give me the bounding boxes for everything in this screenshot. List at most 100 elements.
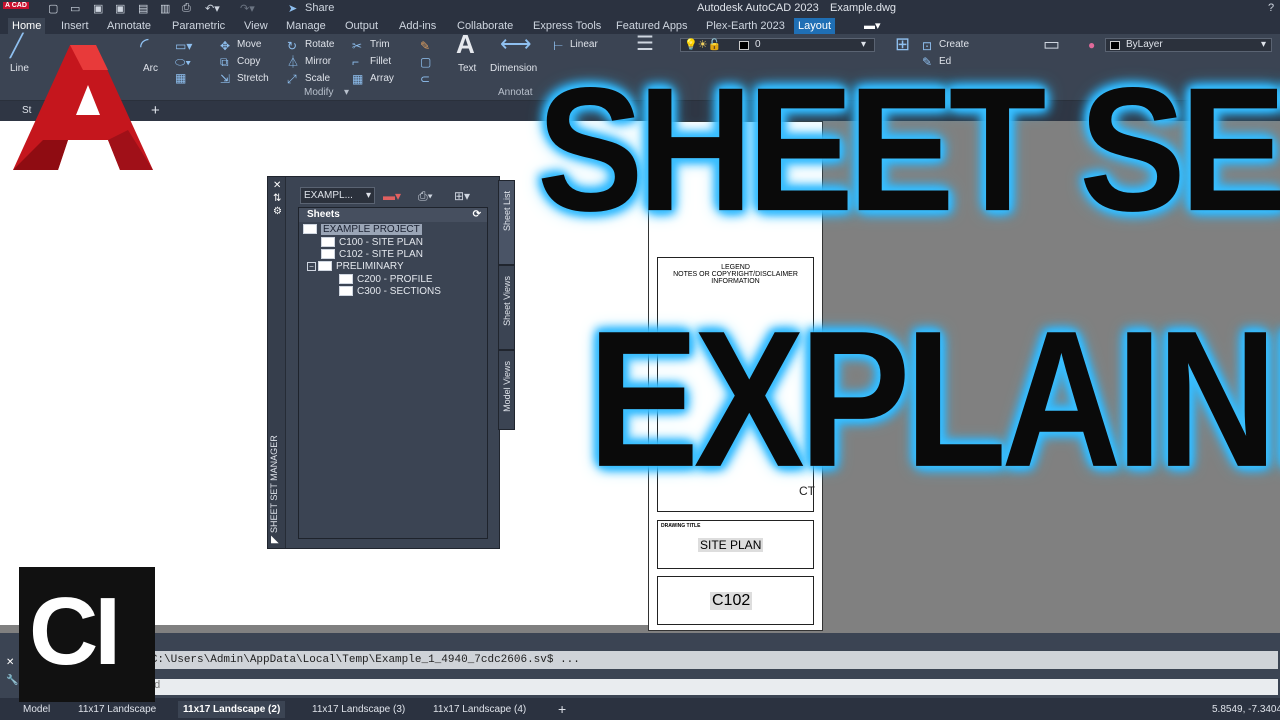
tab-parametric[interactable]: Parametric — [168, 18, 229, 34]
palette-properties-icon[interactable]: ⚙ — [273, 206, 282, 217]
erase-icon[interactable]: ✎ — [420, 40, 430, 52]
trim-button[interactable]: Trim — [370, 39, 390, 50]
tree-item-label: PRELIMINARY — [336, 261, 404, 272]
linear-dropdown[interactable]: Linear — [570, 39, 598, 50]
title-bar: A CAD ▢ ▭ ▣ ▣ ▤ ▥ ⎙ ↶▾ ↷▾ ➤ Share Autode… — [0, 0, 1280, 17]
tab-layout-4[interactable]: 11x17 Landscape (4) — [428, 701, 531, 718]
share-icon[interactable]: ➤ — [288, 2, 297, 15]
tree-item-c300[interactable]: C300 - SECTIONS — [339, 286, 441, 298]
app-badge[interactable]: A CAD — [3, 2, 29, 9]
layer-properties-icon[interactable]: ☰ — [636, 34, 654, 54]
publish-dwf-icon[interactable]: ▬▾ — [383, 190, 401, 202]
tab-layout[interactable]: Layout — [794, 18, 836, 34]
notes-label: NOTES OR COPYRIGHT/DISCLAIMER INFORMATIO… — [673, 271, 798, 285]
tab-view[interactable]: View — [240, 18, 272, 34]
redo-icon[interactable]: ↷▾ — [240, 2, 255, 15]
command-input[interactable]: Type a command — [28, 679, 1278, 695]
annotation-panel-label[interactable]: Annotat — [498, 87, 532, 98]
rectangle-icon[interactable]: ▭▾ — [175, 40, 192, 52]
lightbulb-icon: 💡☀🔓 — [684, 39, 722, 51]
publish-options-icon[interactable]: ⊞▾ — [454, 190, 470, 202]
tab-plex-earth[interactable]: Plex-Earth 2023 — [702, 18, 789, 34]
publish-plotter-icon[interactable]: ⎙▾ — [418, 190, 433, 202]
copy-button[interactable]: Copy — [237, 56, 260, 67]
sheet-set-dropdown[interactable]: EXAMPL... ▾ — [300, 187, 375, 204]
customize-icon[interactable]: 🔧 — [6, 675, 18, 686]
tree-item-label: EXAMPLE PROJECT — [321, 224, 422, 235]
hatch-icon[interactable]: ⬭▾ — [175, 56, 191, 68]
sheet-tree[interactable]: Sheets ⟳ EXAMPLE PROJECT C100 - SITE PLAN… — [298, 207, 488, 539]
fillet-button[interactable]: Fillet — [370, 56, 391, 67]
dimension-button[interactable]: Dimension — [490, 63, 537, 74]
save-icon[interactable]: ▣ — [93, 2, 103, 15]
scale-button[interactable]: Scale — [305, 73, 330, 84]
modify-panel-label[interactable]: Modify — [304, 87, 333, 98]
ribbon-minimize-icon[interactable]: ▬▾ — [860, 18, 885, 34]
window-controls[interactable]: ? — [1268, 2, 1274, 14]
palette-title-strip[interactable]: ✕ ⇅ ⚙ SHEET SET MANAGER ◣ — [268, 177, 286, 548]
scale-icon: ⤢ — [287, 72, 297, 86]
new-file-icon[interactable]: ▢ — [48, 2, 58, 15]
create-button[interactable]: Create — [939, 39, 969, 50]
boundary-icon[interactable]: ▦ — [175, 72, 186, 84]
tab-model[interactable]: Model — [18, 701, 55, 718]
tab-annotate[interactable]: Annotate — [103, 18, 155, 34]
tab-insert[interactable]: Insert — [57, 18, 93, 34]
refresh-icon[interactable]: ⟳ — [473, 208, 481, 222]
close-icon[interactable]: ✕ — [6, 657, 14, 668]
tab-featured-apps[interactable]: Featured Apps — [612, 18, 692, 34]
sheet-set-manager-palette[interactable]: ✕ ⇅ ⚙ SHEET SET MANAGER ◣ EXAMPL... ▾ ▬▾ … — [267, 176, 515, 549]
tab-express-tools[interactable]: Express Tools — [529, 18, 605, 34]
open-file-icon[interactable]: ▭ — [70, 2, 80, 15]
tab-layout-3[interactable]: 11x17 Landscape (3) — [307, 701, 410, 718]
tree-item-c102[interactable]: C102 - SITE PLAN — [321, 249, 423, 261]
mirror-button[interactable]: Mirror — [305, 56, 331, 67]
stretch-button[interactable]: Stretch — [237, 73, 269, 84]
modify-expand-icon[interactable]: ▾ — [344, 87, 349, 98]
tab-output[interactable]: Output — [341, 18, 382, 34]
tree-item-preliminary[interactable]: − PRELIMINARY — [307, 261, 404, 273]
file-name: Example.dwg — [830, 2, 897, 14]
tab-layout-1[interactable]: 11x17 Landscape — [73, 701, 161, 718]
drawing-title-value: SITE PLAN — [698, 538, 764, 552]
tab-manage[interactable]: Manage — [282, 18, 330, 34]
match-properties-icon[interactable]: ▭ — [1043, 35, 1060, 53]
tab-home[interactable]: Home — [8, 18, 46, 34]
collapse-icon[interactable]: − — [307, 261, 316, 271]
color-swatch — [1110, 41, 1120, 50]
tree-item-example-project[interactable]: EXAMPLE PROJECT — [303, 224, 422, 236]
tab-sheet-views[interactable]: Sheet Views — [498, 265, 515, 350]
print-icon[interactable]: ⎙ — [182, 2, 191, 15]
tab-model-views[interactable]: Model Views — [498, 350, 515, 430]
new-layout-button[interactable]: + — [553, 701, 571, 718]
rotate-button[interactable]: Rotate — [305, 39, 334, 50]
undo-icon[interactable]: ↶▾ — [205, 2, 220, 15]
explode-icon[interactable]: ▢ — [420, 56, 431, 68]
insert-block-icon[interactable]: ⊞ — [895, 35, 910, 53]
tab-layout-2[interactable]: 11x17 Landscape (2) — [178, 701, 286, 718]
app-title: Autodesk AutoCAD 2023 — [697, 2, 819, 14]
tree-item-c100[interactable]: C100 - SITE PLAN — [321, 237, 423, 249]
tab-add-ins[interactable]: Add-ins — [395, 18, 440, 34]
close-icon[interactable]: ✕ — [273, 180, 281, 191]
sheets-header: Sheets ⟳ — [299, 208, 487, 222]
move-button[interactable]: Move — [237, 39, 261, 50]
text-button[interactable]: Text — [458, 63, 476, 74]
legend-label: LEGEND — [721, 264, 750, 271]
color-wheel-icon: ● — [1088, 38, 1096, 52]
plot-save-icon[interactable]: ▤ — [138, 2, 148, 15]
tree-item-c200[interactable]: C200 - PROFILE — [339, 274, 433, 286]
offset-icon[interactable]: ⊂ — [420, 73, 430, 85]
tree-item-label: C300 - SECTIONS — [357, 286, 441, 297]
drawing-title-box: DRAWING TITLE SITE PLAN — [657, 520, 814, 569]
save-as-icon[interactable]: ▣ — [115, 2, 125, 15]
auto-hide-icon[interactable]: ⇅ — [273, 193, 281, 204]
coordinate-readout[interactable]: 5.8549, -7.3404, 0 — [1212, 701, 1280, 718]
move-icon: ✥ — [220, 39, 231, 53]
array-button[interactable]: Array — [370, 73, 394, 84]
share-button[interactable]: Share — [305, 2, 334, 14]
cloud-save-icon[interactable]: ▥ — [160, 2, 170, 15]
dimension-icon: ⟷ — [500, 31, 532, 56]
sheet-icon — [339, 286, 353, 297]
tab-sheet-list[interactable]: Sheet List — [498, 180, 515, 265]
